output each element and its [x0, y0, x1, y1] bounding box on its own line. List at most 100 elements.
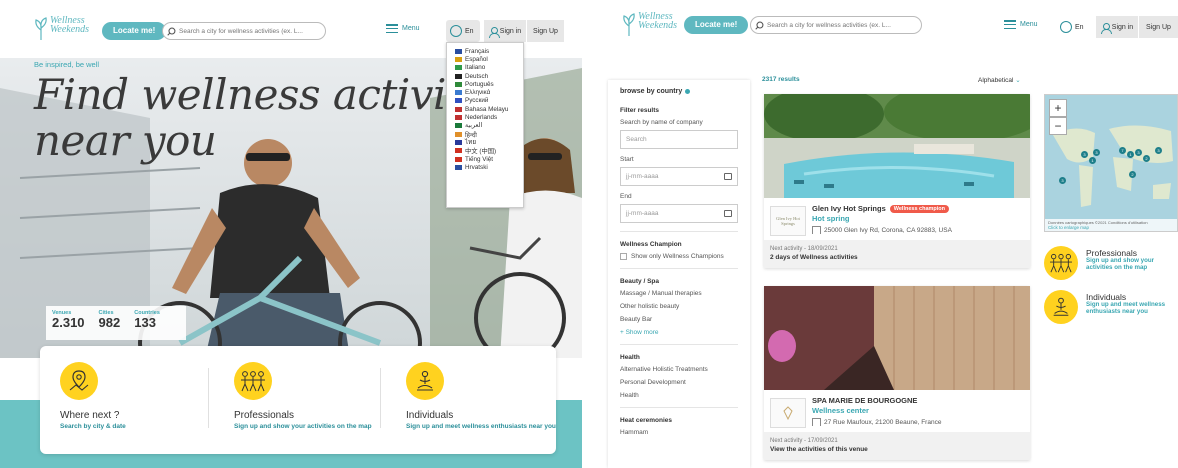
language-option-label: Tiếng Việt: [465, 155, 494, 163]
venue-category: Wellness center: [812, 406, 869, 415]
leaf-logo-icon: [34, 16, 48, 40]
flag-icon: [455, 123, 462, 129]
site-logo[interactable]: Wellness Weekends: [34, 16, 89, 40]
language-option-label: Français: [465, 47, 490, 55]
filter-option[interactable]: Personal Development: [620, 379, 738, 386]
map-cluster-pin[interactable]: 3: [1135, 149, 1142, 156]
locate-me-button[interactable]: Locate me!: [684, 16, 749, 34]
stat-countries: Countries 133: [134, 310, 160, 336]
zoom-in-button[interactable]: +: [1049, 99, 1067, 117]
start-label: Start: [620, 156, 634, 163]
filter-option[interactable]: Health: [620, 392, 738, 399]
filter-option[interactable]: Massage / Manual therapies: [620, 290, 738, 297]
city-search-box[interactable]: [750, 16, 922, 34]
flag-icon: [455, 90, 462, 96]
search-icon: [755, 21, 764, 30]
language-button[interactable]: En: [1056, 16, 1090, 38]
filter-option[interactable]: Beauty Bar: [620, 316, 738, 323]
menu-button[interactable]: Menu: [386, 24, 420, 33]
map-cluster-pin[interactable]: 2: [1129, 171, 1136, 178]
end-date-input[interactable]: jj-mm-aaaa: [620, 204, 738, 223]
calendar-icon[interactable]: [724, 173, 732, 180]
divider: [620, 344, 738, 345]
next-activity: Next activity - 18/09/2021: [770, 246, 838, 252]
filter-option[interactable]: Other holistic beauty: [620, 303, 738, 310]
enlarge-map-link[interactable]: Click to enlarge map: [1048, 225, 1174, 230]
venue-activities-link[interactable]: 2 days of Wellness activities: [770, 254, 1024, 261]
site-logo[interactable]: Wellness Weekends: [622, 12, 677, 36]
world-map[interactable]: + − 3 3 1 7 1 3 2 3 2 3 Données cartogra…: [1044, 94, 1178, 232]
venue-category: Hot spring: [812, 214, 850, 223]
filter-option[interactable]: Hammam: [620, 429, 738, 436]
feature-subtitle: Sign up and show your activities on the …: [234, 423, 372, 430]
end-placeholder: jj-mm-aaaa: [626, 210, 659, 217]
language-option[interactable]: Deutsch: [455, 72, 523, 80]
language-option[interactable]: Hrvatski: [455, 163, 523, 171]
venue-name[interactable]: Glen Ivy Hot Springs: [812, 204, 886, 213]
feature-cards: Where next ? Search by city & date Profe…: [40, 346, 556, 454]
language-option[interactable]: Tiếng Việt: [455, 155, 523, 163]
city-search-input[interactable]: [767, 21, 907, 29]
language-option-label: Русский: [465, 97, 489, 105]
promo-subtitle[interactable]: Sign up and show your activities on the …: [1086, 257, 1178, 272]
language-option[interactable]: Ελληνικά: [455, 88, 523, 96]
venue-photo[interactable]: [764, 94, 1030, 198]
language-option[interactable]: Français: [455, 47, 523, 55]
browse-by-country-link[interactable]: browse by country: [620, 88, 738, 95]
map-cluster-pin[interactable]: 1: [1127, 151, 1134, 158]
champion-checkbox-label: Show only Wellness Champions: [631, 253, 724, 260]
promo-individuals[interactable]: Individuals Sign up and meet wellness en…: [1044, 290, 1178, 326]
promo-subtitle[interactable]: Sign up and meet wellness enthusiasts ne…: [1086, 301, 1178, 316]
venue-card[interactable]: SPA MARIE DE BOURGOGNE Wellness center 2…: [764, 286, 1030, 460]
sign-up-button[interactable]: Sign Up: [526, 20, 564, 42]
results-page: Wellness Weekends Locate me! Menu En Sig…: [596, 0, 1178, 468]
map-cluster-pin[interactable]: 1: [1089, 157, 1096, 164]
language-option[interactable]: Español: [455, 55, 523, 63]
building-icon: [812, 226, 821, 234]
hamburger-icon: [1004, 20, 1016, 29]
language-option[interactable]: Nederlands: [455, 113, 523, 121]
zoom-out-button[interactable]: −: [1049, 117, 1067, 135]
sign-in-button[interactable]: Sign in: [484, 20, 526, 42]
stat-value: 2.310: [52, 315, 85, 330]
language-option[interactable]: Bahasa Melayu: [455, 105, 523, 113]
company-placeholder: Search: [626, 136, 647, 143]
map-cluster-pin[interactable]: 3: [1059, 177, 1066, 184]
sign-up-button[interactable]: Sign Up: [1138, 16, 1178, 38]
locate-me-button[interactable]: Locate me!: [102, 22, 167, 40]
divider: [620, 407, 738, 408]
divider: [620, 231, 738, 232]
city-search-box[interactable]: [162, 22, 326, 40]
menu-label: Menu: [402, 25, 420, 32]
venue-name[interactable]: SPA MARIE DE BOURGOGNE: [812, 396, 917, 405]
venue-address: 25000 Glen Ivy Rd, Corona, CA 92883, USA: [824, 226, 952, 234]
promo-professionals[interactable]: Professionals Sign up and show your acti…: [1044, 246, 1178, 282]
city-search-input[interactable]: [179, 27, 319, 35]
map-cluster-pin[interactable]: 3: [1155, 147, 1162, 154]
show-more-link[interactable]: + Show more: [620, 329, 738, 336]
venue-activities-link[interactable]: View the activities of this venue: [770, 446, 1024, 453]
venue-card[interactable]: Glen Ivy Hot Springs Glen Ivy Hot Spring…: [764, 94, 1030, 268]
calendar-icon[interactable]: [724, 210, 732, 217]
language-option[interactable]: Русский: [455, 97, 523, 105]
map-cluster-pin[interactable]: 3: [1081, 151, 1088, 158]
map-cluster-pin[interactable]: 7: [1119, 147, 1126, 154]
language-option-label: Español: [465, 55, 488, 63]
champion-checkbox-row[interactable]: Show only Wellness Champions: [620, 253, 738, 260]
sign-in-button[interactable]: Sign in: [1096, 16, 1138, 38]
sort-dropdown[interactable]: Alphabetical ⌄: [978, 76, 1021, 84]
map-cluster-pin[interactable]: 3: [1093, 149, 1100, 156]
language-option[interactable]: Italiano: [455, 64, 523, 72]
champion-checkbox[interactable]: [620, 253, 627, 260]
language-button[interactable]: En: [446, 20, 480, 42]
flag-icon: [455, 106, 462, 112]
language-option[interactable]: 中文 (中国): [455, 147, 523, 155]
venue-photo[interactable]: [764, 286, 1030, 390]
language-option[interactable]: Português: [455, 80, 523, 88]
menu-button[interactable]: Menu: [1004, 20, 1038, 29]
map-cluster-pin[interactable]: 2: [1143, 155, 1150, 162]
start-date-input[interactable]: jj-mm-aaaa: [620, 167, 738, 186]
company-search-input[interactable]: Search: [620, 130, 738, 149]
filter-option[interactable]: Alternative Holistic Treatments: [620, 366, 738, 373]
beauty-title: Beauty / Spa: [620, 278, 660, 285]
